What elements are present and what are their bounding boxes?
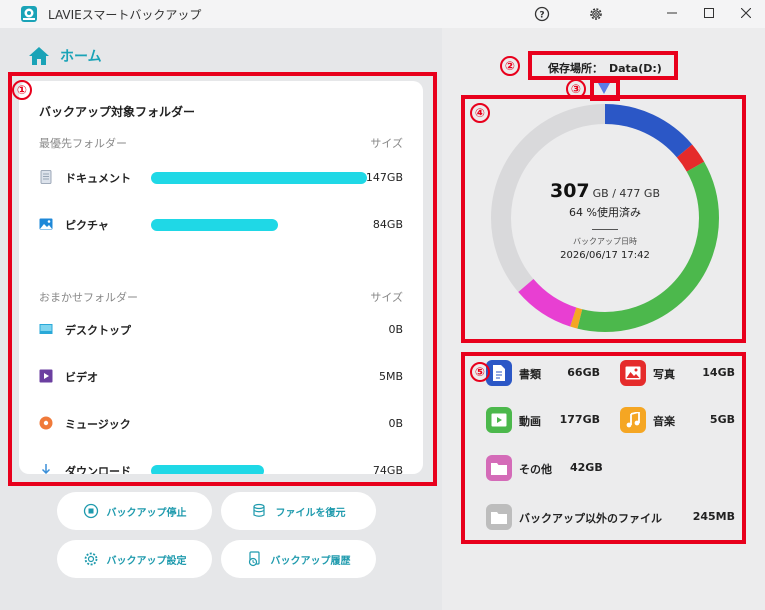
stop-backup-button[interactable]: バックアップ停止 xyxy=(57,492,212,530)
history-icon xyxy=(248,551,260,567)
annotation-box-1 xyxy=(8,72,437,486)
settings-button[interactable] xyxy=(586,4,606,24)
gear-icon xyxy=(590,8,602,20)
restore-files-button[interactable]: ファイルを復元 xyxy=(221,492,376,530)
stop-icon xyxy=(83,503,98,519)
minimize-icon xyxy=(667,12,677,14)
annotation-number-4: ④ xyxy=(470,103,490,123)
annotation-box-2 xyxy=(528,51,678,80)
stop-backup-label: バックアップ停止 xyxy=(106,507,187,519)
help-icon: ? xyxy=(534,6,550,22)
restore-files-label: ファイルを復元 xyxy=(275,507,346,519)
backup-history-label: バックアップ履歴 xyxy=(270,555,351,567)
title-bar: LAVIEスマートバックアップ ? xyxy=(0,0,765,28)
backup-history-button[interactable]: バックアップ履歴 xyxy=(221,540,376,578)
minimize-button[interactable] xyxy=(657,2,687,24)
home-label: ホーム xyxy=(60,49,102,65)
annotation-number-2: ② xyxy=(500,56,520,76)
annotation-box-4 xyxy=(461,95,746,343)
gear-icon xyxy=(84,552,97,566)
help-button[interactable]: ? xyxy=(532,4,552,24)
annotation-box-5 xyxy=(461,352,746,544)
database-restore-icon xyxy=(252,503,265,517)
maximize-button[interactable] xyxy=(694,2,724,24)
app-title: LAVIEスマートバックアップ xyxy=(48,8,202,22)
annotation-number-5: ⑤ xyxy=(470,362,490,382)
close-icon xyxy=(741,8,751,18)
home-nav[interactable]: ホーム xyxy=(28,46,102,66)
home-icon xyxy=(29,47,49,65)
backup-settings-button[interactable]: バックアップ設定 xyxy=(57,540,212,578)
maximize-icon xyxy=(704,8,714,18)
svg-text:?: ? xyxy=(539,11,544,21)
close-button[interactable] xyxy=(731,2,761,24)
backup-settings-label: バックアップ設定 xyxy=(106,555,187,567)
annotation-number-1: ① xyxy=(12,80,32,100)
app-logo-icon xyxy=(21,6,37,22)
